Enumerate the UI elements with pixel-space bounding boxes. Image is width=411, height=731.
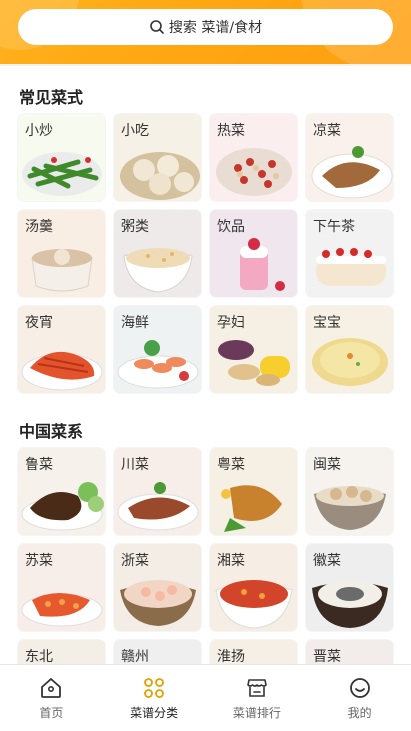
category-label: 小炒 <box>25 123 53 139</box>
category-label: 淮扬 <box>217 649 245 665</box>
tab-label: 菜谱分类 <box>130 705 179 720</box>
category-card-xiang[interactable]: 湘菜 <box>210 544 297 631</box>
category-label: 粤菜 <box>217 457 245 473</box>
category-card-porridge[interactable]: 粥类 <box>114 210 201 297</box>
category-card-hot-dish[interactable]: 热菜 <box>210 114 297 201</box>
category-label: 湘菜 <box>217 553 245 569</box>
category-card-ganzhou[interactable]: 赣州 <box>114 640 201 666</box>
tab-ranking[interactable]: 菜谱排行 <box>206 665 309 731</box>
tab-profile[interactable]: 我的 <box>308 665 411 731</box>
category-card-soup[interactable]: 汤羹 <box>18 210 105 297</box>
category-card-pregnancy[interactable]: 孕妇 <box>210 306 297 393</box>
tab-label: 菜谱排行 <box>232 705 281 720</box>
section-title-cuisine: 中国菜系 <box>17 418 83 444</box>
tab-category[interactable]: 菜谱分类 <box>103 665 206 731</box>
category-label: 孕妇 <box>217 315 245 331</box>
section-title-common: 常见菜式 <box>17 84 83 110</box>
category-label: 饮品 <box>217 219 245 235</box>
category-content: 常见菜式 小炒 小吃 热菜 凉菜 汤羹 粥类 饮品 下午茶 夜宵 海鲜 孕妇 宝… <box>0 66 411 666</box>
search-bar[interactable]: 搜索 菜谱/食材 <box>18 9 393 45</box>
search-placeholder: 搜索 菜谱/食材 <box>168 20 263 36</box>
category-card-cold-dish[interactable]: 凉菜 <box>306 114 393 201</box>
category-label: 夜宵 <box>25 315 53 331</box>
category-card-drinks[interactable]: 饮品 <box>210 210 297 297</box>
category-label: 徽菜 <box>313 553 341 569</box>
bottom-tab-bar: 首页 菜谱分类 菜谱排行 我的 <box>0 664 411 731</box>
category-label: 宝宝 <box>313 315 341 331</box>
category-card-baby[interactable]: 宝宝 <box>306 306 393 393</box>
category-card-afternoon-tea[interactable]: 下午茶 <box>306 210 393 297</box>
category-label: 热菜 <box>217 123 245 139</box>
category-card-min[interactable]: 闽菜 <box>306 448 393 535</box>
category-label: 赣州 <box>121 649 149 665</box>
category-card-chuan[interactable]: 川菜 <box>114 448 201 535</box>
category-icon <box>144 677 165 698</box>
category-label: 下午茶 <box>313 219 355 235</box>
category-card-seafood[interactable]: 海鲜 <box>114 306 201 393</box>
category-card-dongbei[interactable]: 东北 <box>18 640 105 666</box>
category-label: 小吃 <box>121 123 149 139</box>
category-card-late-night[interactable]: 夜宵 <box>18 306 105 393</box>
category-label: 汤羹 <box>25 219 53 235</box>
category-card-jin[interactable]: 晋菜 <box>306 640 393 666</box>
search-icon <box>150 20 164 34</box>
category-card-lu[interactable]: 鲁菜 <box>18 448 105 535</box>
ranking-icon <box>247 678 267 697</box>
category-label: 苏菜 <box>25 553 53 569</box>
category-card-yue[interactable]: 粤菜 <box>210 448 297 535</box>
category-label: 凉菜 <box>313 123 341 139</box>
category-label: 鲁菜 <box>25 457 53 473</box>
category-card-hui[interactable]: 徽菜 <box>306 544 393 631</box>
profile-icon <box>349 677 370 698</box>
category-label: 粥类 <box>121 219 149 235</box>
category-card-su[interactable]: 苏菜 <box>18 544 105 631</box>
category-card-stir-fry[interactable]: 小炒 <box>18 114 105 201</box>
category-label: 浙菜 <box>121 553 149 569</box>
category-label: 东北 <box>25 649 53 665</box>
category-card-snack[interactable]: 小吃 <box>114 114 201 201</box>
home-icon <box>41 677 62 698</box>
category-card-zhe[interactable]: 浙菜 <box>114 544 201 631</box>
tab-label: 我的 <box>347 705 372 720</box>
category-label: 晋菜 <box>313 649 341 665</box>
category-label: 闽菜 <box>313 457 341 473</box>
category-label: 海鲜 <box>121 315 149 331</box>
tab-label: 首页 <box>39 705 64 720</box>
tab-home[interactable]: 首页 <box>0 665 103 731</box>
category-card-huaiyang[interactable]: 淮扬 <box>210 640 297 666</box>
category-label: 川菜 <box>121 457 149 473</box>
